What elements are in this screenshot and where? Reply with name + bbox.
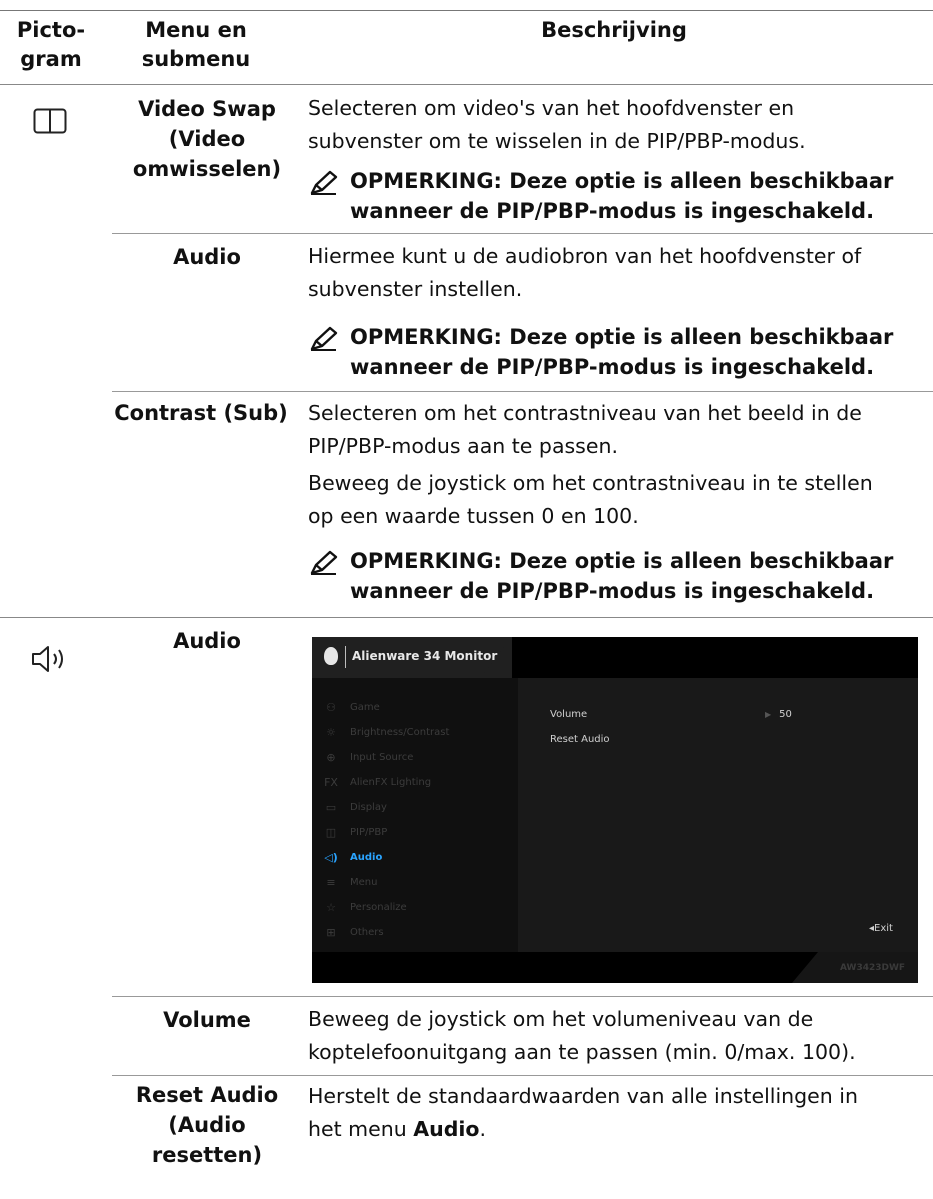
gamepad-icon: ⚇ [326, 701, 336, 714]
note-video-swap-line1: OPMERKING: Deze optie is alleen beschikb… [350, 169, 894, 193]
osd-sub-item-volume[interactable]: Volume [550, 709, 587, 720]
osd-menu-panel [312, 678, 518, 952]
desc-reset-audio-post: . [479, 1117, 487, 1141]
header-pictogram: Picto- gram [0, 16, 102, 74]
desc-video-swap: Selecteren om video's van het hoofdvenst… [308, 92, 928, 158]
menu-video-swap-line2: (Video [168, 127, 246, 151]
menu-audio-source: Audio [173, 245, 241, 269]
desc-volume: Beweeg de joystick om het volumeniveau v… [308, 1003, 933, 1069]
osd-model-name: AW3423DWF [840, 963, 906, 973]
menu-reset-audio-line1: Reset Audio [135, 1083, 279, 1107]
menu-volume: Volume [163, 1008, 251, 1032]
menu-reset-audio: Reset Audio (Audio resetten) [122, 1080, 292, 1170]
osd-menu-item-label: Personalize [350, 902, 407, 913]
osd-exit-button[interactable]: ◂Exit [869, 923, 893, 934]
osd-sub-item-reset-audio[interactable]: Reset Audio [550, 734, 610, 745]
note-audio-source-line2: wanneer de PIP/PBP-modus is ingeschakeld… [350, 355, 875, 379]
desc-volume-line1: Beweeg de joystick om het volumeniveau v… [308, 1007, 814, 1031]
osd-volume-value-wrap: ▶ 50 [765, 709, 792, 720]
input-source-icon: ⊕ [326, 751, 336, 764]
desc-contrast-sub-line2: PIP/PBP-modus aan te passen. [308, 434, 618, 458]
menu-video-swap-line1: Video Swap [138, 97, 276, 121]
header-pictogram-line2: gram [20, 47, 82, 71]
pencil-note-icon [308, 170, 342, 196]
row-rule-audio-source [112, 391, 933, 392]
osd-menu-item-label: Input Source [350, 752, 414, 763]
osd-menu-item-label: PIP/PBP [350, 827, 388, 838]
note-audio-source: OPMERKING: Deze optie is alleen beschikb… [308, 322, 928, 384]
desc-volume-line2: koptelefoonuitgang aan te passen (min. 0… [308, 1040, 856, 1064]
osd-menu-item-label: Others [350, 927, 384, 938]
note-video-swap: OPMERKING: Deze optie is alleen beschikb… [308, 166, 928, 228]
osd-screenshot: Alienware 34 Monitor ⚇ Game ☼ Brightness… [312, 637, 918, 983]
desc-contrast-sub-2-line1: Beweeg de joystick om het contrastniveau… [308, 471, 873, 495]
osd-menu-item-label: Menu [350, 877, 378, 888]
note-contrast-sub: OPMERKING: Deze optie is alleen beschikb… [308, 546, 928, 608]
desc-contrast-sub-2: Beweeg de joystick om het contrastniveau… [308, 467, 928, 533]
speaker-icon [32, 646, 63, 672]
osd-monitor-name: Alienware 34 Monitor [352, 649, 498, 663]
note-contrast-sub-line2: wanneer de PIP/PBP-modus is ingeschakeld… [350, 579, 875, 603]
menu-video-swap: Video Swap (Video omwisselen) [122, 94, 292, 184]
desc-audio-source: Hiermee kunt u de audiobron van het hoof… [308, 240, 928, 306]
header-menu: Menu en submenu [122, 16, 270, 74]
star-icon: ☆ [326, 901, 336, 914]
play-arrow-icon: ▶ [765, 710, 772, 719]
pencil-note-icon [308, 326, 342, 352]
pip-icon [33, 108, 67, 134]
brightness-icon: ☼ [326, 726, 336, 739]
fx-icon: FX [324, 776, 338, 789]
note-contrast-sub-line1: OPMERKING: Deze optie is alleen beschikb… [350, 549, 894, 573]
pencil-note-icon [308, 550, 342, 576]
pip-icon: ◫ [325, 826, 337, 839]
note-audio-source-line1: OPMERKING: Deze optie is alleen beschikb… [350, 325, 894, 349]
speaker-icon: ◁) [324, 851, 338, 864]
desc-reset-audio-pre: het menu [308, 1117, 414, 1141]
desc-reset-audio-line2: het menu Audio. [308, 1113, 928, 1146]
osd-title-separator [345, 646, 346, 668]
desc-contrast-sub-2-line2: op een waarde tussen 0 en 100. [308, 504, 639, 528]
display-icon: ▭ [325, 801, 337, 814]
menu-contrast-sub: Contrast (Sub) [114, 401, 288, 425]
header-bottom-rule [0, 84, 933, 85]
header-menu-line1: Menu en [145, 18, 247, 42]
menu-video-swap-line3: omwisselen) [132, 157, 282, 181]
section-rule-audio [0, 617, 933, 618]
header-pictogram-line1: Picto- [16, 18, 86, 42]
desc-reset-audio-bold: Audio [413, 1117, 480, 1141]
header-menu-line2: submenu [141, 47, 251, 71]
menu-audio: Audio [173, 629, 241, 653]
header-description: Beschrijving [541, 18, 687, 42]
desc-reset-audio: Herstelt de standaardwaarden van alle in… [308, 1080, 928, 1146]
row-rule-volume [112, 1075, 933, 1076]
desc-video-swap-line2: subvenster om te wisselen in de PIP/PBP-… [308, 129, 806, 153]
osd-menu-item-label: Brightness/Contrast [350, 727, 450, 738]
osd-menu-item-label: Display [350, 802, 387, 813]
desc-reset-audio-line1: Herstelt de standaardwaarden van alle in… [308, 1084, 858, 1108]
desc-contrast-sub-line1: Selecteren om het contrastniveau van het… [308, 401, 862, 425]
row-rule-audio-osd [112, 996, 933, 997]
note-video-swap-line2: wanneer de PIP/PBP-modus is ingeschakeld… [350, 199, 875, 223]
osd-menu-item-label: Game [350, 702, 380, 713]
desc-audio-source-line2: subvenster instellen. [308, 277, 523, 301]
osd-menu-item-label: Audio [350, 852, 383, 863]
osd-menu-item-label: AlienFX Lighting [350, 777, 432, 788]
menu-reset-audio-line2: (Audio [168, 1113, 246, 1137]
osd-model-tab-edge [792, 952, 818, 983]
desc-contrast-sub: Selecteren om het contrastniveau van het… [308, 397, 928, 463]
others-icon: ⊞ [326, 926, 336, 939]
alien-logo-icon [324, 647, 338, 665]
table-top-rule [0, 10, 933, 11]
menu-reset-audio-line3: resetten) [151, 1143, 263, 1167]
desc-audio-source-line1: Hiermee kunt u de audiobron van het hoof… [308, 244, 862, 268]
menu-icon: ≡ [326, 876, 336, 889]
row-rule-video-swap [112, 233, 933, 234]
osd-volume-value: 50 [779, 709, 792, 720]
desc-video-swap-line1: Selecteren om video's van het hoofdvenst… [308, 96, 795, 120]
